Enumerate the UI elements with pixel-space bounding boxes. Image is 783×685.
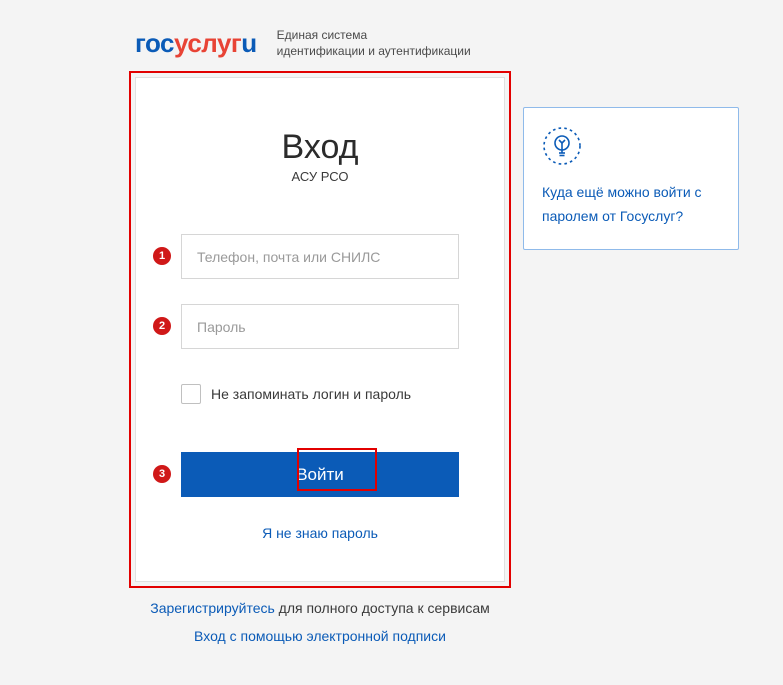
signature-login-link[interactable]: Вход с помощью электронной подписи xyxy=(194,628,446,644)
info-card: Куда ещё можно войти с паролем от Госусл… xyxy=(523,107,739,250)
remember-label: Не запоминать логин и пароль xyxy=(211,386,411,402)
page-title: Вход xyxy=(181,128,459,167)
info-link[interactable]: Куда ещё можно войти с паролем от Госусл… xyxy=(542,184,702,224)
login-card: Вход АСУ РСО 1 2 Не запоминать логин и п… xyxy=(135,77,505,582)
lightbulb-icon xyxy=(542,126,720,166)
login-button[interactable]: Войти xyxy=(181,452,459,497)
logo-part-uslugi: услуг xyxy=(174,28,241,58)
forgot-password-link[interactable]: Я не знаю пароль xyxy=(181,525,459,541)
subtitle-line2: идентификации и аутентификации xyxy=(277,44,471,60)
login-input[interactable] xyxy=(181,234,459,279)
logo-part-u: u xyxy=(241,28,256,58)
subtitle-line1: Единая система xyxy=(277,28,471,44)
header-subtitle: Единая система идентификации и аутентифи… xyxy=(277,28,471,59)
password-input[interactable] xyxy=(181,304,459,349)
annotation-badge-1: 1 xyxy=(153,247,171,265)
register-text: для полного доступа к сервисам xyxy=(275,600,490,616)
service-name: АСУ РСО xyxy=(181,169,459,184)
header: госуслугu Единая система идентификации и… xyxy=(0,0,783,77)
annotation-badge-3: 3 xyxy=(153,465,171,483)
logo: госуслугu xyxy=(135,28,257,59)
annotation-badge-2: 2 xyxy=(153,317,171,335)
below-links: Зарегистрируйтесь для полного доступа к … xyxy=(135,600,505,646)
remember-checkbox[interactable] xyxy=(181,384,201,404)
register-link[interactable]: Зарегистрируйтесь xyxy=(150,600,275,616)
remember-row: Не запоминать логин и пароль xyxy=(181,384,459,404)
logo-part-gos: гос xyxy=(135,28,174,58)
